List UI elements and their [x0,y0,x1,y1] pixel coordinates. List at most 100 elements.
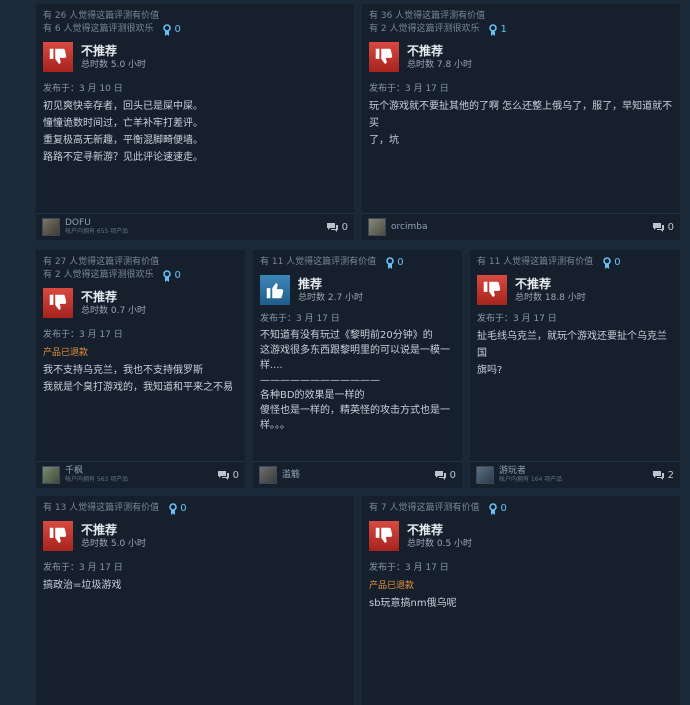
avatar[interactable] [42,466,60,484]
thumbs-up-icon [260,275,290,305]
avatar[interactable] [42,218,60,236]
recommendation[interactable]: 不推荐 总时数 5.0 小时 [43,42,347,72]
review-card[interactable]: 有 11 人觉得这篇评测有价值 0 推荐 总时数 2.7 小时 发布于：3 月 … [253,250,462,488]
avatar[interactable] [368,218,386,236]
review-card[interactable]: 有 7 人觉得这篇评测有价值 0 不推荐 总时数 0.5 小时 发布于：3 月 … [362,496,680,705]
review-line: 旗吗? [477,365,503,376]
avatar[interactable] [259,466,277,484]
recommendation[interactable]: 不推荐 总时数 0.5 小时 [369,521,673,551]
award-button[interactable]: 1 [489,23,507,36]
review-line: 我就是个臭打游戏的，我知道和平来之不易 [43,382,233,393]
thumbs-down-icon [43,288,73,318]
award-count: 0 [397,257,404,268]
username[interactable]: 游玩者 [499,466,652,476]
review-text: 我不支持乌克兰，我也不支持俄罗斯 我就是个臭打游戏的，我知道和平来之不易 [43,362,238,396]
products-owned: 帐户内拥有 655 项产品 [65,228,129,235]
review-card[interactable]: 有 26 人觉得这篇评测有价值 有 6 人觉得这篇评测很欢乐 0 不推荐 总时数… [36,4,354,240]
comments-button[interactable]: 0 [652,222,674,233]
review-line: 玩个游戏就不要扯其他的了啊 怎么还整上俄乌了，服了，早知道就不买 [369,101,673,129]
review-card[interactable]: 有 13 人觉得这篇评测有价值 0 不推荐 总时数 5.0 小时 发布于：3 月… [36,496,354,705]
recommendation[interactable]: 推荐 总时数 2.7 小时 [260,275,455,305]
playtime: 总时数 5.0 小时 [81,538,147,549]
helpful-count: 有 11 人觉得这篇评测有价值 [477,257,594,267]
review-card[interactable]: 有 11 人觉得这篇评测有价值 0 不推荐 总时数 18.8 小时 发布于：3 … [470,250,680,488]
review-line: 各种BD的效果是一样的 [260,390,365,401]
review-line: 傻怪也是一样的，精英怪的攻击方式也是一 [260,405,450,416]
thumbs-down-icon [369,521,399,551]
username[interactable]: 滥觞 [282,470,434,480]
recommendation[interactable]: 不推荐 总时数 18.8 小时 [477,275,673,305]
comment-bubble-icon [652,222,664,232]
review-footer: 游玩者 帐户内拥有 164 项产品 2 [470,461,680,488]
funny-count: 有 2 人觉得这篇评测很欢乐 [369,24,480,34]
comment-bubble-icon [652,470,664,480]
review-line: 这游戏很多东西跟黎明里的可以说是一模一 [260,345,450,356]
review-text: 初见爽快幸存者，回头已是屎中屎。 憧憧诡数时间过，亡羊补牢打差评。 重复极高无新… [43,98,347,166]
username[interactable]: 千枫 [65,466,217,476]
verdict: 不推荐 [407,43,444,58]
review-footer: orcimba 0 [362,213,680,240]
review-card[interactable]: 有 27 人觉得这篇评测有价值 有 2 人觉得这篇评测很欢乐 0 不推荐 总时数… [36,250,245,488]
verdict: 不推荐 [515,276,552,291]
username[interactable]: orcimba [391,222,652,232]
review-card[interactable]: 有 36 人觉得这篇评测有价值 有 2 人觉得这篇评测很欢乐 1 不推荐 总时数… [362,4,680,240]
review-line: 憧憧诡数时间过，亡羊补牢打差评。 [43,118,203,129]
posted-date: 发布于：3 月 17 日 [43,330,123,340]
thumbs-down-icon [43,42,73,72]
award-count: 0 [174,270,181,281]
avatar[interactable] [476,466,494,484]
recommendation[interactable]: 不推荐 总时数 7.8 小时 [369,42,673,72]
thumbs-down-icon [43,521,73,551]
review-text: 不知道有没有玩过《黎明前20分钟》的 这游戏很多东西跟黎明里的可以说是一模一 样… [260,328,455,433]
posted-date: 发布于：3 月 17 日 [369,563,449,573]
text-fade [253,439,462,461]
comments-button[interactable]: 0 [326,222,348,233]
playtime: 总时数 7.8 小时 [407,59,473,70]
refund-notice: 产品已退款 [369,581,415,591]
review-line: ———————————— [260,375,380,386]
review-footer: 滥觞 0 [253,461,462,488]
award-ribbon-icon [489,23,498,36]
comment-bubble-icon [434,470,446,480]
comments-button[interactable]: 0 [217,470,239,481]
review-footer: 千枫 帐户内拥有 563 项产品 0 [36,461,245,488]
recommendation[interactable]: 不推荐 总时数 0.7 小时 [43,288,238,318]
playtime: 总时数 0.5 小时 [407,538,473,549]
award-button[interactable]: 0 [169,502,187,515]
award-button[interactable]: 0 [603,256,621,269]
award-button[interactable]: 0 [489,502,507,515]
award-ribbon-icon [169,502,177,515]
verdict: 不推荐 [81,522,118,537]
award-button[interactable]: 0 [163,269,181,282]
review-line: 扯毛线乌克兰，就玩个游戏还要扯个乌克兰国 [477,331,667,359]
thumbs-down-icon [369,42,399,72]
helpful-count: 有 27 人觉得这篇评测有价值 [43,257,160,267]
posted-date: 发布于：3 月 17 日 [477,314,557,324]
comment-count: 0 [449,469,456,481]
comment-count: 0 [667,221,674,233]
verdict: 不推荐 [407,522,444,537]
products-owned: 帐户内拥有 563 项产品 [65,476,129,483]
award-count: 0 [174,24,181,35]
award-button[interactable]: 0 [386,256,404,269]
award-button[interactable]: 0 [163,23,181,36]
comments-button[interactable]: 0 [434,470,456,481]
refund-notice: 产品已退款 [43,348,89,358]
playtime: 总时数 5.0 小时 [81,59,147,70]
review-line: 样.... [260,360,283,371]
review-line: 了，坑 [369,135,399,146]
comments-button[interactable]: 2 [652,470,674,481]
playtime: 总时数 0.7 小时 [81,305,147,316]
comment-count: 0 [341,221,348,233]
recommendation[interactable]: 不推荐 总时数 5.0 小时 [43,521,347,551]
review-line: 样。。。 [260,420,290,431]
award-ribbon-icon [489,502,498,515]
review-line: sb玩意搞nm俄乌呢 [369,598,457,609]
playtime: 总时数 2.7 小时 [298,292,364,303]
award-count: 0 [500,503,507,514]
comment-count: 2 [667,469,674,481]
award-count: 1 [500,24,507,35]
award-ribbon-icon [386,256,394,269]
funny-count: 有 2 人觉得这篇评测很欢乐 [43,270,154,280]
username[interactable]: DOFU [65,218,326,228]
